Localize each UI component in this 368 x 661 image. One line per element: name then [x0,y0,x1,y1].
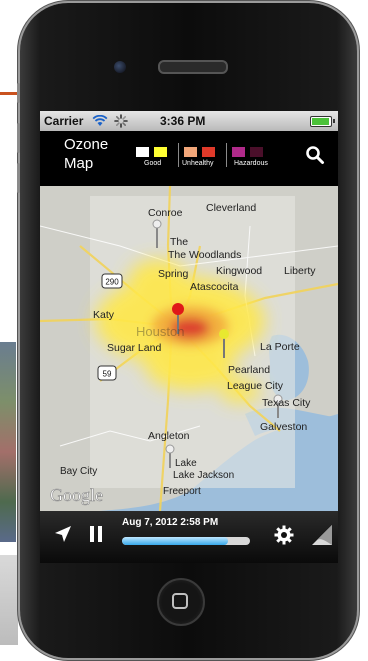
background-photo-strip-lower [0,555,18,645]
pause-icon[interactable] [89,525,103,543]
front-camera [114,61,126,73]
legend-swatch-hazardous-2 [250,147,263,157]
map-label-spring: Spring [158,268,189,280]
legend-divider [178,143,179,167]
page-curl-icon[interactable] [310,523,334,547]
playback-progress-fill [122,537,229,545]
map-label-houston: Houston [136,324,184,339]
legend-swatch-good-1 [136,147,149,157]
gear-icon[interactable] [274,525,294,545]
map-label-atascocita: Atascocita [190,281,239,293]
map-label-kingwood: Kingwood [216,265,262,277]
map-label-lake: Lake [175,458,197,469]
map-label-texas-city: Texas City [262,397,311,409]
legend-divider [226,143,227,167]
search-icon[interactable] [305,145,325,165]
aqi-legend: Good Unhealthy Hazardous [136,143,276,177]
app-title-line-2: Map [64,155,94,172]
ozone-map[interactable]: 290 59 Conroe Cleverland The The Woodlan… [40,186,338,511]
highway-shield-290-text: 290 [105,278,119,287]
activity-spinner-icon [114,114,128,128]
timestamp-label: Aug 7, 2012 2:58 PM [122,517,219,528]
map-label-la-porte: La Porte [260,341,300,353]
map-label-freeport: Freeport [163,486,201,497]
volume-down-button [17,163,20,193]
map-label-conroe: Conroe [148,207,183,219]
app-title-line-1: Ozone [64,136,109,153]
map-label-lake-jackson: Lake Jackson [173,470,234,481]
google-watermark: Google [50,485,103,505]
map-label-the-woodlands: The Woodlands [168,249,241,261]
map-label-pearland: Pearland [228,364,270,376]
home-square-icon [172,593,188,609]
location-arrow-icon[interactable] [54,525,72,543]
map-label-liberty: Liberty [284,265,316,277]
map-label-sugar-land: Sugar Land [107,342,161,354]
highway-shield-59-text: 59 [103,370,112,379]
mute-switch [17,83,20,103]
map-label-katy: Katy [93,309,115,321]
battery-icon [310,116,332,127]
map-canvas[interactable]: 290 59 Conroe Cleverland The The Woodlan… [40,186,338,511]
playback-progress-bar[interactable] [122,537,250,545]
legend-label-unhealthy: Unhealthy [182,160,214,167]
background-photo-strip [0,342,16,542]
app-title: Ozone Map [64,135,124,173]
battery-tip [333,119,335,123]
map-label-the-woodlands-1: The [170,236,188,248]
map-label-league-city: League City [227,380,284,392]
carrier-name: Carrier [44,114,84,128]
legend-swatch-unhealthy-1 [184,147,197,157]
volume-up-button [17,123,20,153]
bottom-toolbar: Aug 7, 2012 2:58 PM [40,511,338,563]
highway-shield-59: 59 [97,365,117,381]
legend-label-good: Good [144,160,162,167]
map-label-cleveland: Cleverland [206,202,256,214]
wifi-icon [92,115,108,126]
legend-swatch-good-2 [154,147,167,157]
map-label-angleton: Angleton [148,430,190,442]
legend-swatch-unhealthy-2 [202,147,215,157]
nav-bar: Ozone Map Good Unhealthy Hazardous [40,131,338,186]
highway-shield-290: 290 [101,273,123,289]
map-label-bay-city: Bay City [60,466,97,477]
status-time: 3:36 PM [160,114,206,128]
home-button[interactable] [157,578,205,626]
status-bar: Carrier 3:36 PM [40,111,338,131]
earpiece-speaker [158,60,228,74]
legend-label-hazardous: Hazardous [234,160,268,167]
legend-swatch-hazardous-1 [232,147,245,157]
map-label-galveston: Galveston [260,421,307,433]
app-screen: Carrier 3:36 PM Ozone Map Good Unhealthy… [40,111,338,563]
